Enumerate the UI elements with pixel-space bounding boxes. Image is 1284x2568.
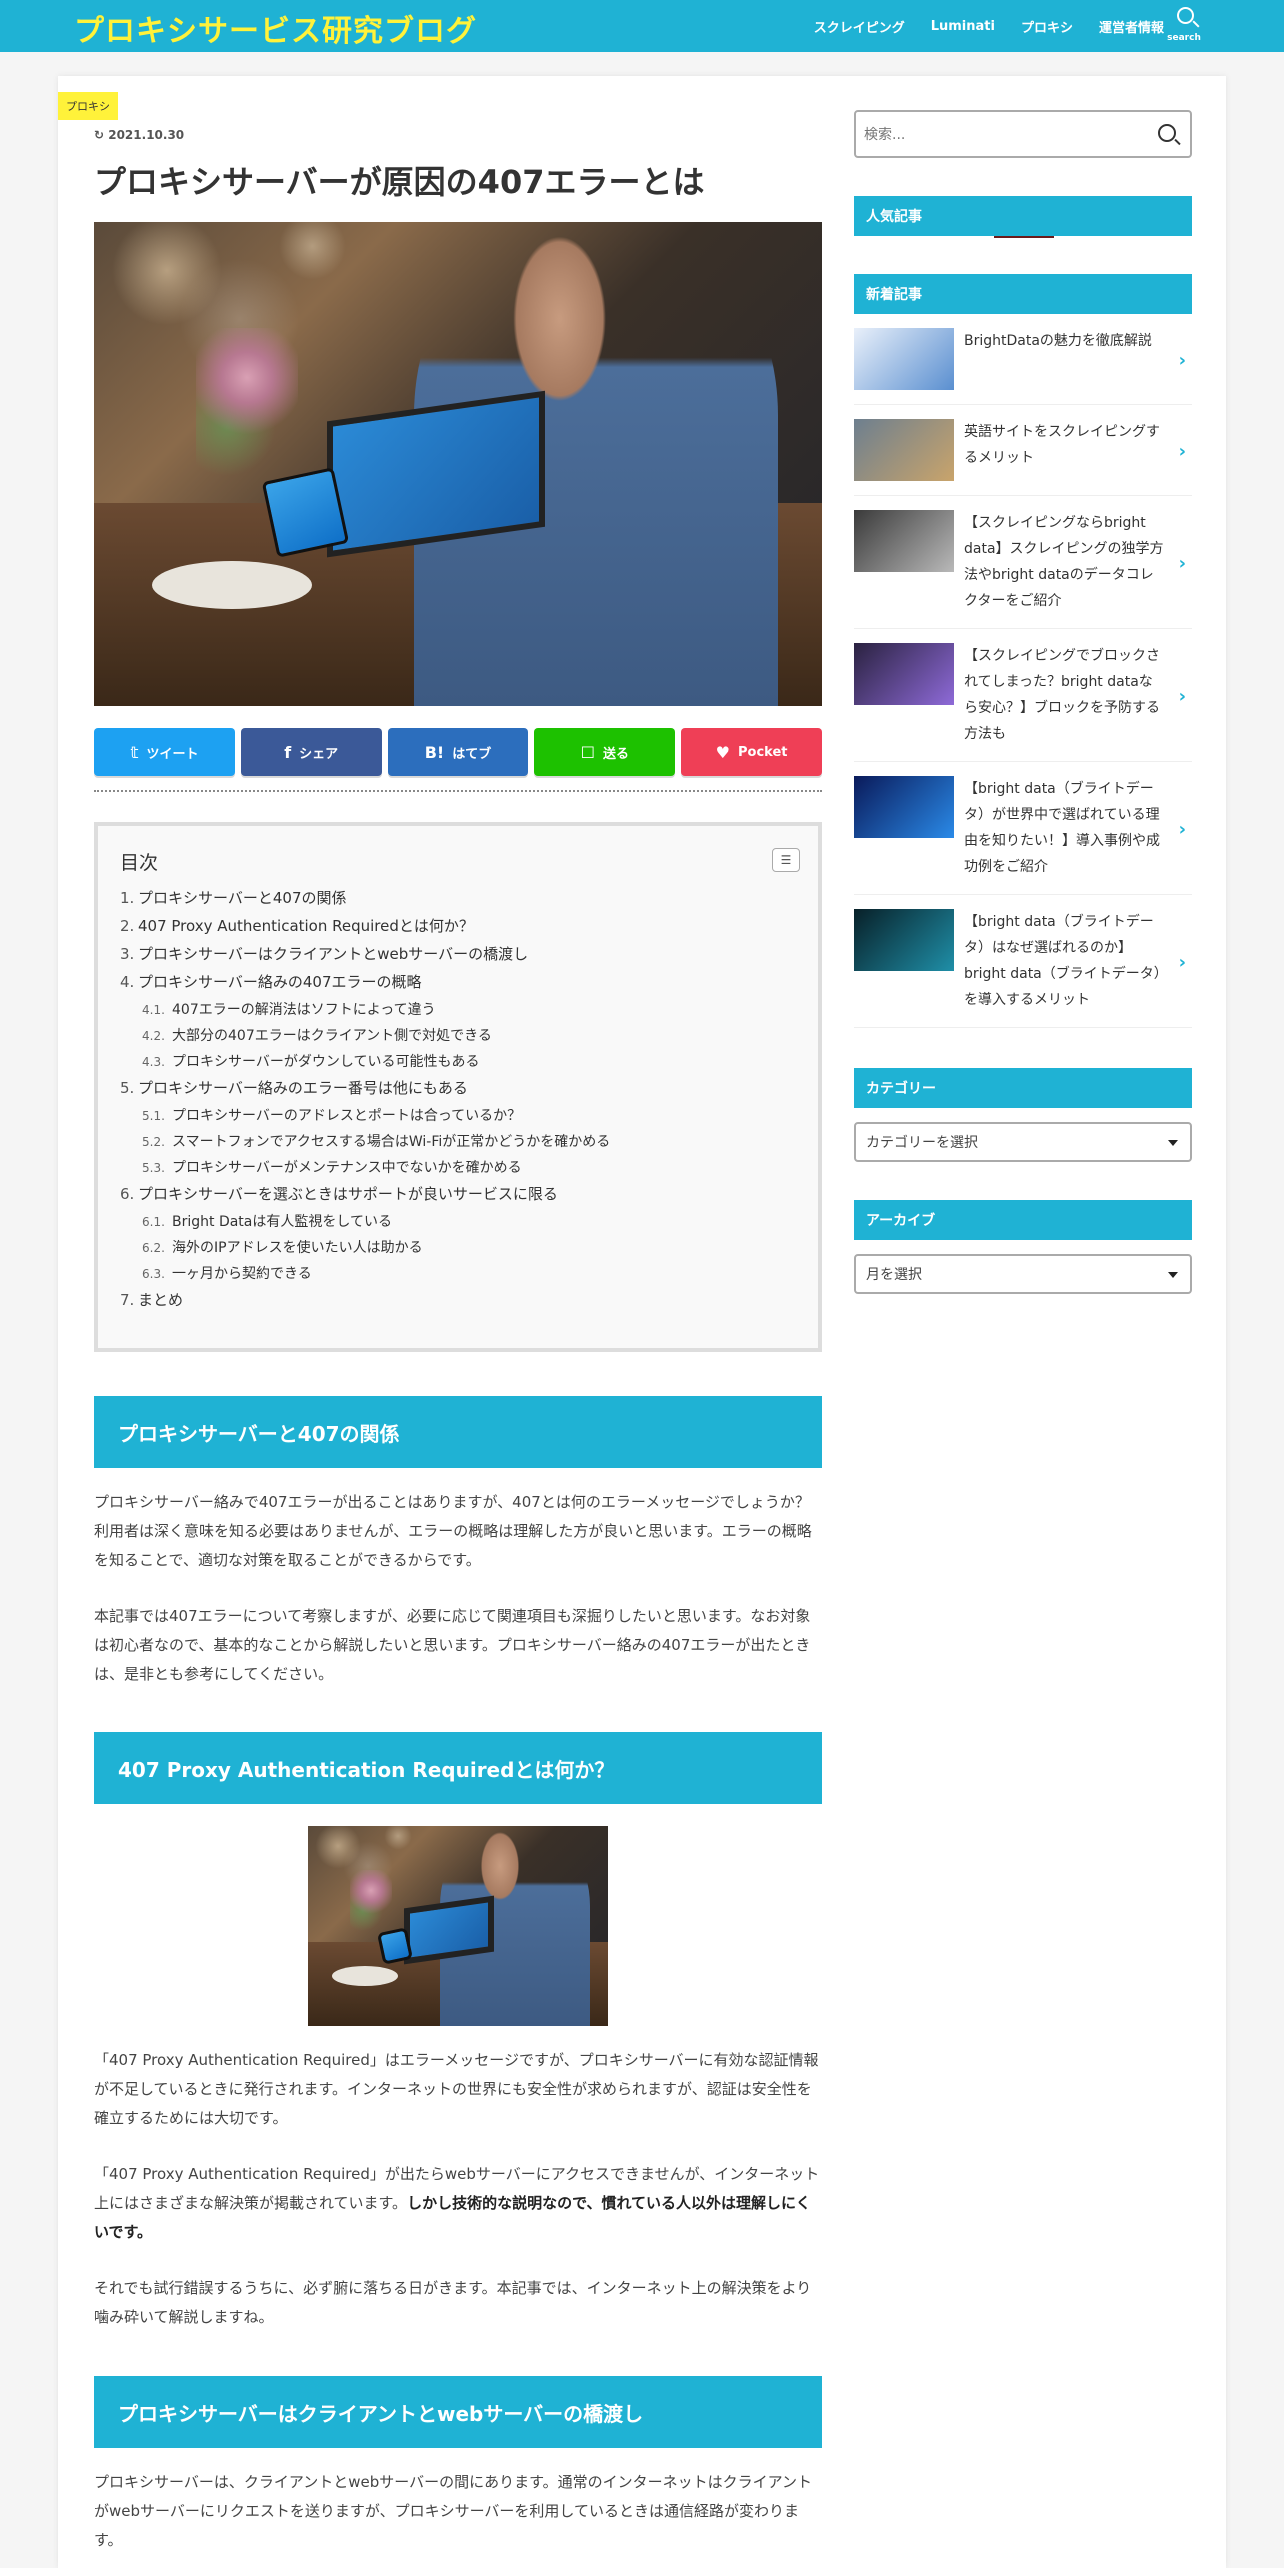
- chevron-right-icon: ›: [1178, 952, 1186, 973]
- post-title: プロキシサーバーが原因の407エラーとは: [94, 163, 705, 201]
- recent-post-title[interactable]: 【スクレイピングでブロックされてしまった？bright dataなら安心？】ブロ…: [964, 643, 1164, 747]
- paragraph: 「407 Proxy Authentication Required」はエラーメ…: [94, 2051, 819, 2127]
- post-date: 2021.10.30: [94, 128, 184, 142]
- chevron-right-icon: ›: [1178, 441, 1186, 462]
- facebook-icon: f: [284, 742, 292, 762]
- recent-post-item[interactable]: 【スクレイピングでブロックされてしまった？bright dataなら安心？】ブロ…: [854, 629, 1192, 762]
- toc-item[interactable]: 3. プロキシサーバーはクライアントとwebサーバーの橋渡し: [120, 945, 796, 964]
- sidebar-search: [854, 110, 1192, 158]
- toc-subitem[interactable]: 5.2. スマートフォンでアクセスする場合はWi-Fiが正常かどうかを確かめる: [142, 1133, 796, 1152]
- search-icon: [1177, 7, 1194, 24]
- recent-posts-list: BrightDataの魅力を徹底解説 › 英語サイトをスクレイピングするメリット › 【…: [854, 314, 1192, 1028]
- paragraph: 「407 Proxy Authentication Required」が出たらw…: [94, 2165, 820, 2241]
- search-input[interactable]: [864, 122, 1144, 148]
- category-widget-title: カテゴリー: [854, 1068, 1192, 1108]
- nav-item-luminati[interactable]: Luminati: [931, 19, 995, 34]
- chevron-right-icon: ›: [1178, 350, 1186, 371]
- site-header: プロキシサービス研究ブログ スクレイピング Luminati プロキシ 運営者情…: [0, 0, 1284, 52]
- recent-post-title[interactable]: BrightDataの魅力を徹底解説: [964, 328, 1164, 390]
- hatena-icon: B!: [424, 742, 445, 762]
- toc-sublist: 6.1. Bright Dataは有人監視をしている 6.2. 海外のIPアドレスを使…: [120, 1213, 796, 1284]
- toc-subitem[interactable]: 6.1. Bright Dataは有人監視をしている: [142, 1213, 796, 1232]
- site-title[interactable]: プロキシサービス研究ブログ: [74, 6, 477, 50]
- divider: [94, 790, 822, 792]
- toc-item[interactable]: 4. プロキシサーバー絡みの407エラーの概略: [120, 973, 796, 992]
- toc-item[interactable]: 5. プロキシサーバー絡みのエラー番号は他にもある: [120, 1079, 796, 1098]
- search-label: search: [1167, 33, 1201, 43]
- hero-image: [94, 222, 822, 706]
- hatena-bookmark-button[interactable]: B! はてブ: [387, 728, 529, 776]
- recent-post-thumbnail: [854, 328, 954, 390]
- line-icon: ☐: [580, 742, 595, 762]
- category-select[interactable]: カテゴリーを選択: [854, 1122, 1192, 1162]
- toc-item[interactable]: 1. プロキシサーバーと407の関係: [120, 889, 796, 908]
- recent-post-title[interactable]: 【bright data（ブライトデータ）が世界中で選ばれている理由を知りたい！…: [964, 776, 1164, 880]
- facebook-share-button[interactable]: f シェア: [240, 728, 382, 776]
- recent-post-item[interactable]: 【bright data（ブライトデータ）が世界中で選ばれている理由を知りたい！…: [854, 762, 1192, 895]
- toc-subitem[interactable]: 6.2. 海外のIPアドレスを使いたい人は助かる: [142, 1239, 796, 1258]
- chevron-right-icon: ›: [1178, 553, 1186, 574]
- recent-post-thumbnail: [854, 776, 954, 838]
- page-container: プロキシ 2021.10.30 プロキシサーバーが原因の407エラーとは 𝕥ツイ…: [58, 76, 1226, 2568]
- toc-subitem[interactable]: 5.3. プロキシサーバーがメンテナンス中でないかを確かめる: [142, 1159, 796, 1178]
- toc-subitem[interactable]: 4.2. 大部分の407エラーはクライアント側で対処できる: [142, 1027, 796, 1046]
- recent-post-title[interactable]: 【スクレイピングならbright data】スクレイピングの独学方法やbrigh…: [964, 510, 1164, 614]
- recent-post-title[interactable]: 【bright data（ブライトデータ）はなぜ選ばれるのか】bright da…: [964, 909, 1164, 1013]
- toc-subitem[interactable]: 4.3. プロキシサーバーがダウンしている可能性もある: [142, 1053, 796, 1072]
- paragraph: プロキシサーバー絡みで407エラーが出ることはありますが、407とは何のエラーメ…: [94, 1493, 812, 1569]
- toc-item[interactable]: 7. まとめ: [120, 1291, 796, 1310]
- share-buttons: 𝕥 ツイート f シェア B! はてブ ☐ 送る ♥ Pocket: [94, 728, 822, 776]
- archive-select[interactable]: 月を選択: [854, 1254, 1192, 1294]
- main-nav: スクレイピング Luminati プロキシ 運営者情報: [814, 0, 1164, 52]
- recent-post-thumbnail: [854, 909, 954, 971]
- recent-post-item[interactable]: 英語サイトをスクレイピングするメリット ›: [854, 405, 1192, 496]
- twitter-icon: 𝕥: [130, 742, 139, 762]
- toc-subitem[interactable]: 5.1. プロキシサーバーのアドレスとポートは合っているか？: [142, 1107, 796, 1126]
- archive-widget-title: アーカイブ: [854, 1200, 1192, 1240]
- toc-item[interactable]: 2. 407 Proxy Authentication Requiredとは何か？: [120, 917, 796, 936]
- table-of-contents: 目次 ☰ 1. プロキシサーバーと407の関係 2. 407 Proxy Authen…: [94, 822, 822, 1352]
- recent-post-item[interactable]: BrightDataの魅力を徹底解説 ›: [854, 314, 1192, 405]
- toc-subitem[interactable]: 4.1. 407エラーの解消法はソフトによって違う: [142, 1001, 796, 1020]
- toc-sublist: 5.1. プロキシサーバーのアドレスとポートは合っているか？ 5.2. スマートフォン…: [120, 1107, 796, 1178]
- search-icon[interactable]: [1158, 124, 1176, 142]
- tweet-button[interactable]: 𝕥 ツイート: [94, 728, 235, 776]
- nav-item-scraping[interactable]: スクレイピング: [814, 17, 905, 36]
- chevron-right-icon: ›: [1178, 686, 1186, 707]
- toc-list: 1. プロキシサーバーと407の関係 2. 407 Proxy Authenticat…: [120, 889, 796, 1310]
- recent-post-item[interactable]: 【bright data（ブライトデータ）はなぜ選ばれるのか】bright da…: [854, 895, 1192, 1028]
- article-image: [308, 1826, 608, 2026]
- toc-sublist: 4.1. 407エラーの解消法はソフトによって違う 4.2. 大部分の407エラーはク…: [120, 1001, 796, 1072]
- popular-posts-title: 人気記事: [854, 196, 1192, 236]
- recent-post-title[interactable]: 英語サイトをスクレイピングするメリット: [964, 419, 1164, 481]
- toc-title: 目次: [120, 852, 159, 874]
- line-send-button[interactable]: ☐ 送る: [534, 728, 676, 776]
- toc-subitem[interactable]: 6.3. 一ヶ月から契約できる: [142, 1265, 796, 1284]
- paragraph: それでも試行錯誤するうちに、必ず腑に落ちる日がきます。本記事では、インターネット…: [94, 2279, 812, 2326]
- sidebar: 人気記事 新着記事 BrightDataの魅力を徹底解説›英語サイトをスクレイピ…: [854, 110, 1192, 1294]
- toc-item[interactable]: 6. プロキシサーバーを選ぶときはサポートが良いサービスに限る: [120, 1185, 796, 1204]
- recent-post-thumbnail: [854, 419, 954, 481]
- header-search-button[interactable]: search: [1154, 6, 1214, 46]
- recent-post-item[interactable]: 【スクレイピングならbright data】スクレイピングの独学方法やbrigh…: [854, 496, 1192, 629]
- recent-posts-title: 新着記事: [854, 274, 1192, 314]
- section-heading: プロキシサーバーはクライアントとwebサーバーの橋渡し: [94, 2376, 822, 2448]
- section-heading: プロキシサーバーと407の関係: [94, 1396, 822, 1468]
- nav-item-proxy[interactable]: プロキシ: [1021, 17, 1073, 36]
- recent-post-thumbnail: [854, 643, 954, 705]
- category-badge[interactable]: プロキシ: [58, 92, 118, 120]
- recent-post-thumbnail: [854, 510, 954, 572]
- pocket-icon: ♥: [715, 742, 730, 762]
- section-heading: 407 Proxy Authentication Requiredとは何か？: [94, 1732, 822, 1804]
- pocket-button[interactable]: ♥ Pocket: [681, 728, 822, 776]
- paragraph: 本記事では407エラーについて考察しますが、必要に応じて関連項目も深掘りしたいと…: [94, 1607, 811, 1683]
- toc-toggle-icon[interactable]: ☰: [772, 848, 800, 872]
- paragraph: プロキシサーバーは、クライアントとwebサーバーの間にあります。通常のインターネ…: [94, 2473, 813, 2549]
- chevron-right-icon: ›: [1178, 819, 1186, 840]
